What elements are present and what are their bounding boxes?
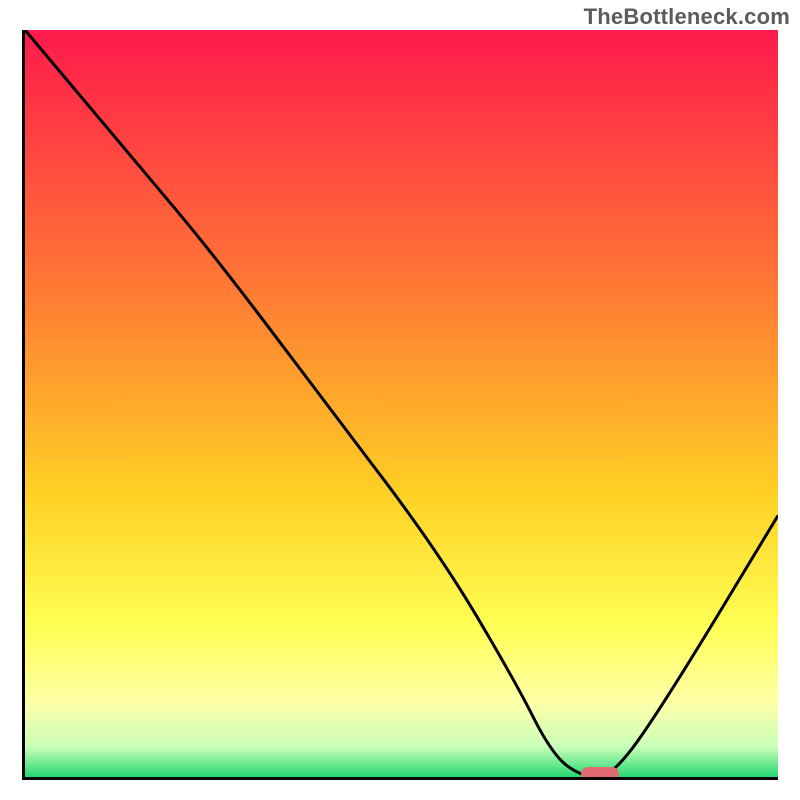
chart-frame — [22, 30, 778, 780]
watermark-text: TheBottleneck.com — [584, 4, 790, 30]
optimal-marker — [581, 767, 619, 780]
bottleneck-curve — [25, 30, 778, 777]
curve-path — [25, 30, 778, 777]
